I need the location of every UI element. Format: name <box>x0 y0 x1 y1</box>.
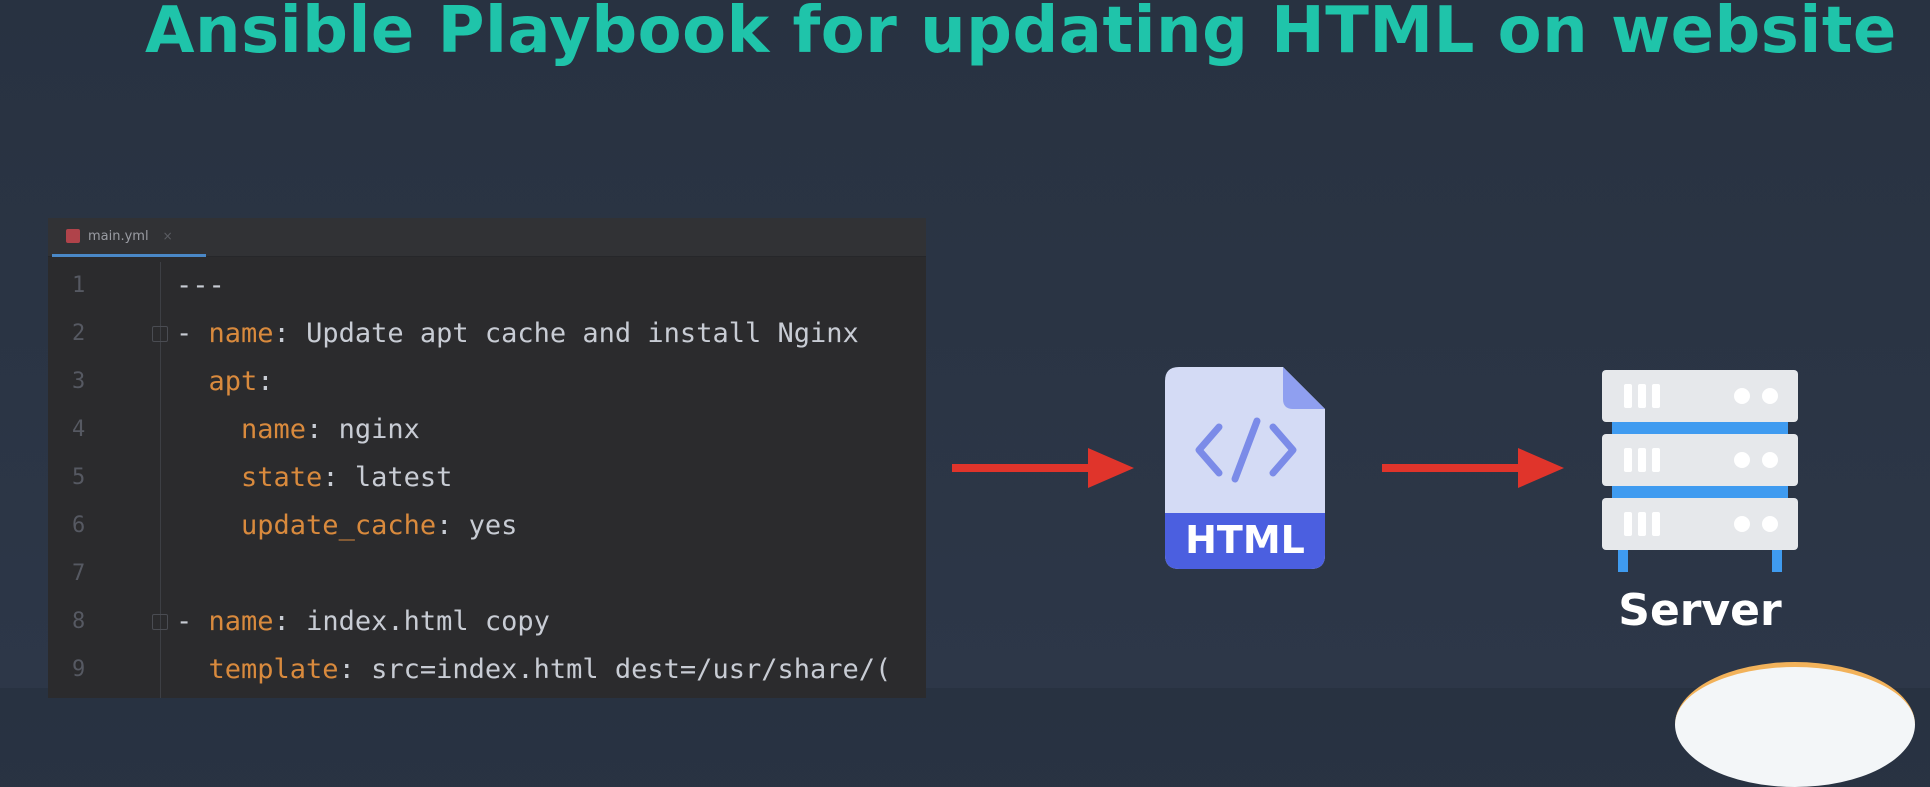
code-line: 9 template: src=index.html dest=/usr/sha… <box>48 646 926 694</box>
line-number: 7 <box>72 561 86 586</box>
code-text: - name: Update apt cache and install Ngi… <box>176 310 859 358</box>
code-line: 6 update_cache: yes <box>48 502 926 550</box>
arrow-right-icon <box>1382 448 1564 488</box>
page-title: Ansible Playbook for updating HTML on we… <box>145 0 1897 68</box>
token-key: template <box>208 654 339 685</box>
token-key: state <box>241 462 323 493</box>
decorative-blob <box>1675 662 1915 787</box>
line-number: 6 <box>72 513 86 538</box>
editor-tab-bar: main.yml × <box>48 218 926 257</box>
token-val: latest <box>354 462 453 493</box>
line-number: 1 <box>72 273 86 298</box>
code-text: name: nginx <box>176 406 420 454</box>
token-val: yes <box>468 510 518 541</box>
code-line: 1 --- <box>48 262 926 310</box>
token-sep: : <box>257 366 274 397</box>
token-val: Update apt cache and install Nginx <box>306 318 859 349</box>
token-sep: : <box>306 414 339 445</box>
line-number: 9 <box>72 657 86 682</box>
server-icon <box>1602 370 1798 572</box>
line-number: 5 <box>72 465 86 490</box>
code-line: 4 name: nginx <box>48 406 926 454</box>
code-area[interactable]: 1 --- 2 - name: Update apt cache and instal… <box>48 262 926 694</box>
tab-main-yml[interactable]: main.yml × <box>52 218 206 257</box>
line-number: 4 <box>72 417 86 442</box>
code-line: 8 - name: index.html copy <box>48 598 926 646</box>
token-sep: : <box>436 510 469 541</box>
token-key: name <box>208 606 274 637</box>
yaml-file-icon <box>66 229 80 243</box>
token-sep: : <box>273 606 307 637</box>
token-key: name <box>241 414 307 445</box>
code-line: 7 <box>48 550 926 598</box>
code-editor: main.yml × 1 --- 2 - name: Update apt cache… <box>48 218 926 698</box>
token-prefix <box>176 414 241 445</box>
token-prefix <box>176 462 241 493</box>
token-val: index.html copy <box>306 606 550 637</box>
server-label: Server <box>1618 585 1782 636</box>
line-number: 3 <box>72 369 86 394</box>
code-text: - name: index.html copy <box>176 598 550 646</box>
fold-toggle-icon[interactable] <box>152 614 168 630</box>
token-prefix <box>176 510 241 541</box>
fold-toggle-icon[interactable] <box>152 326 168 342</box>
token-prefix: - <box>176 318 209 349</box>
arrow-right-icon <box>952 448 1134 488</box>
html-label: HTML <box>1185 518 1305 562</box>
code-line: 3 apt: <box>48 358 926 406</box>
token-prefix: - <box>176 606 209 637</box>
token-key: apt <box>208 366 258 397</box>
token-val: --- <box>176 270 225 301</box>
code-line: 5 state: latest <box>48 454 926 502</box>
tab-label: main.yml <box>88 228 149 244</box>
token-key: name <box>208 318 274 349</box>
close-icon[interactable]: × <box>163 229 173 243</box>
code-text: template: src=index.html dest=/usr/share… <box>176 646 892 694</box>
token-val: src=index.html dest=/usr/share/( <box>371 654 892 685</box>
token-val: nginx <box>338 414 420 445</box>
token-prefix <box>176 366 209 397</box>
code-text: state: latest <box>176 454 452 502</box>
token-sep: : <box>338 654 372 685</box>
code-line: 2 - name: Update apt cache and install Ng… <box>48 310 926 358</box>
token-key: update_cache <box>241 510 437 541</box>
code-text: --- <box>176 262 225 310</box>
token-prefix <box>176 654 209 685</box>
line-number: 8 <box>72 609 86 634</box>
token-sep: : <box>273 318 307 349</box>
html-file-icon: HTML <box>1165 367 1325 569</box>
line-number: 2 <box>72 321 86 346</box>
code-text: update_cache: yes <box>176 502 517 550</box>
token-sep: : <box>322 462 355 493</box>
code-text: apt: <box>176 358 274 406</box>
